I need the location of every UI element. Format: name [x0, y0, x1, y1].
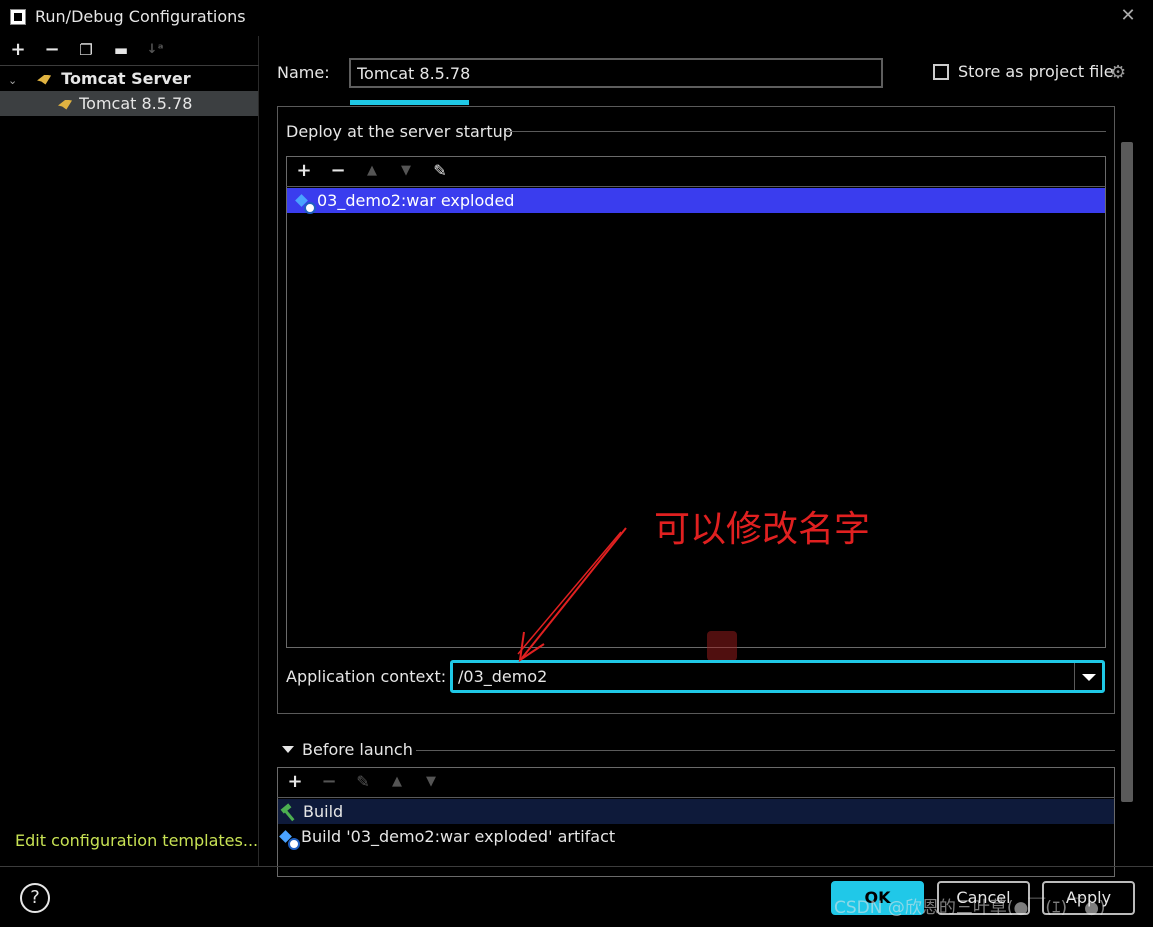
move-down-icon[interactable]: ▼ — [396, 161, 416, 181]
tree-toolbar: + − ❐ ▬ ↓ᵃ — [0, 36, 259, 66]
intellij-app-icon — [10, 9, 26, 25]
name-field[interactable] — [349, 58, 883, 88]
folder-add-icon[interactable]: ▬ — [111, 40, 131, 60]
deploy-item-label: 03_demo2:war exploded — [317, 191, 515, 210]
tab-indicator — [350, 100, 469, 105]
remove-icon[interactable]: − — [328, 161, 348, 181]
add-icon[interactable]: + — [8, 40, 28, 60]
before-launch-item-label: Build — [303, 802, 344, 821]
sort-icon[interactable]: ↓ᵃ — [145, 40, 165, 60]
tomcat-icon — [37, 74, 52, 85]
divider — [416, 750, 1115, 751]
artifact-icon — [281, 831, 300, 850]
copy-icon[interactable]: ❐ — [76, 40, 96, 60]
add-icon[interactable]: + — [294, 161, 314, 181]
window-title: Run/Debug Configurations — [35, 7, 246, 26]
divider — [0, 866, 1153, 867]
move-up-icon[interactable]: ▲ — [387, 772, 407, 792]
chevron-down-icon[interactable] — [1074, 663, 1102, 690]
move-up-icon[interactable]: ▲ — [362, 161, 382, 181]
expand-arrow-icon[interactable] — [282, 746, 294, 753]
tomcat-icon — [58, 99, 72, 110]
store-as-project-label[interactable]: Store as project file — [958, 62, 1114, 81]
tree-item-tomcat-server[interactable]: ⌄ Tomcat Server — [0, 66, 259, 91]
move-down-icon[interactable]: ▼ — [421, 772, 441, 792]
watermark: CSDN @欣恩的三叶草(●￣(ｴ)￣●) — [834, 898, 1106, 918]
list-item[interactable]: Build — [278, 799, 1114, 824]
config-tree-panel — [0, 36, 259, 866]
close-icon[interactable]: ✕ — [1118, 4, 1138, 28]
annotation-arrow — [517, 527, 627, 663]
hammer-icon — [281, 805, 297, 821]
tree-item-tomcat-8-5-78[interactable]: Tomcat 8.5.78 — [0, 91, 258, 116]
search-icon — [707, 631, 737, 661]
remove-icon[interactable]: − — [42, 40, 62, 60]
store-as-project-checkbox[interactable] — [933, 64, 949, 80]
deploy-toolbar: + − ▲ ▼ ✎ — [286, 156, 1106, 187]
deploy-section-title: Deploy at the server startup — [286, 122, 513, 141]
gear-icon[interactable]: ⚙ — [1110, 63, 1130, 83]
edit-templates-link[interactable]: Edit configuration templates... — [15, 831, 258, 850]
tree-group-label: Tomcat Server — [61, 69, 191, 88]
app-context-label: Application context: — [286, 667, 447, 686]
list-item[interactable]: 03_demo2:war exploded — [287, 188, 1105, 214]
name-label: Name: — [277, 63, 330, 82]
add-icon[interactable]: + — [285, 772, 305, 792]
before-launch-toolbar: + − ✎ ▲ ▼ — [277, 767, 1115, 798]
remove-icon[interactable]: − — [319, 772, 339, 792]
tree-child-label: Tomcat 8.5.78 — [79, 94, 193, 113]
artifact-icon — [297, 195, 316, 214]
before-launch-item-label: Build '03_demo2:war exploded' artifact — [301, 827, 616, 846]
chevron-down-icon[interactable]: ⌄ — [8, 68, 22, 93]
before-launch-title[interactable]: Before launch — [302, 740, 413, 759]
edit-icon[interactable]: ✎ — [353, 772, 373, 792]
scrollbar[interactable] — [1121, 142, 1133, 802]
deploy-artifact-list — [286, 156, 1106, 648]
divider — [506, 131, 1106, 132]
help-button[interactable]: ? — [20, 883, 50, 913]
edit-icon[interactable]: ✎ — [430, 161, 450, 181]
list-item[interactable]: Build '03_demo2:war exploded' artifact — [278, 824, 1114, 850]
annotation-text: 可以修改名字 — [654, 509, 871, 550]
